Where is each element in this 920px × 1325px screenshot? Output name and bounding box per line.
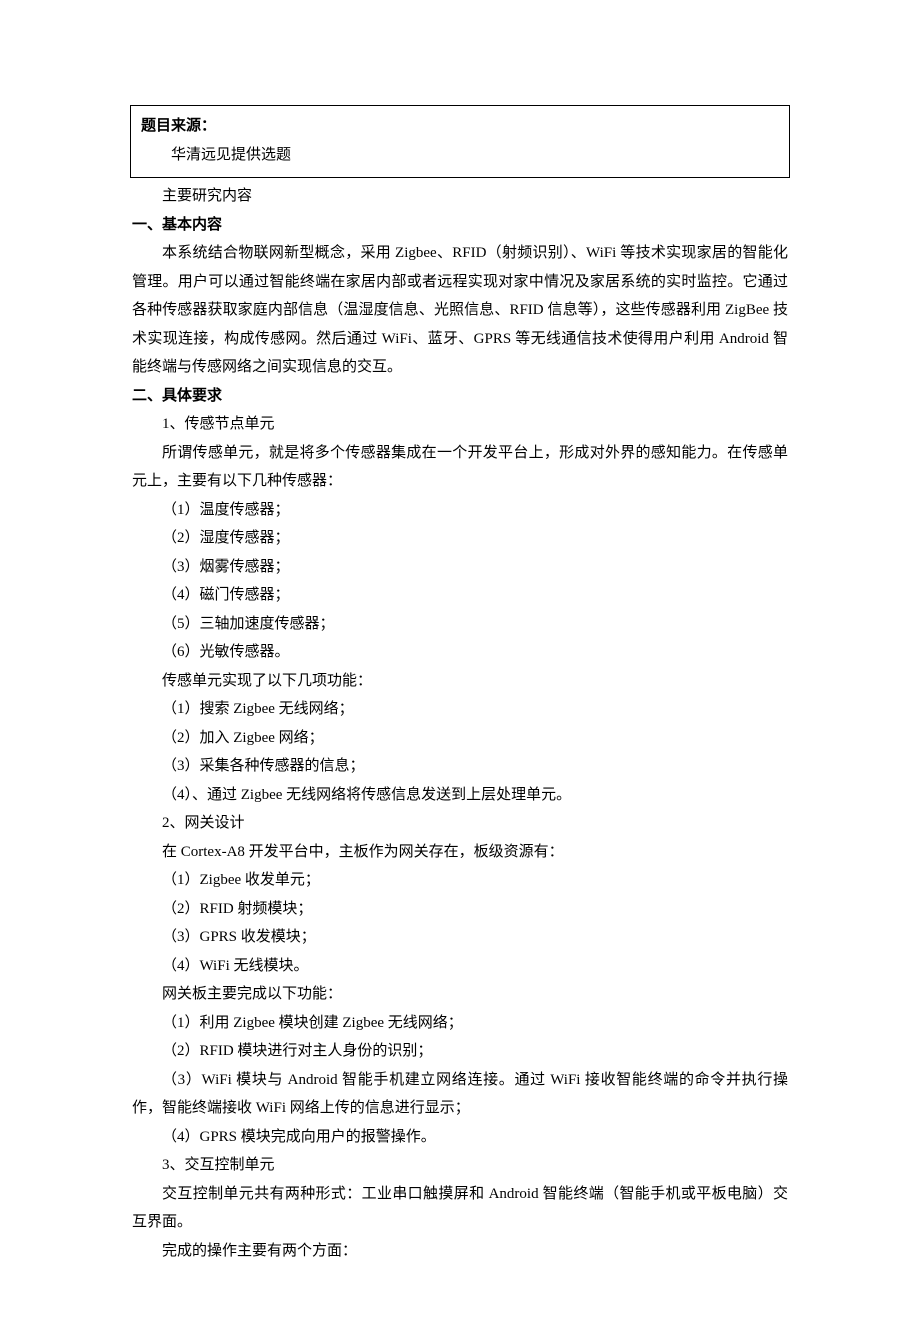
interaction-unit-desc: 交互控制单元共有两种形式：工业串口触摸屏和 Android 智能终端（智能手机或… <box>132 1180 788 1237</box>
gateway-func-item: （4）GPRS 模块完成向用户的报警操作。 <box>132 1123 788 1152</box>
main-research-label: 主要研究内容 <box>132 182 788 211</box>
sensor-func-item: （3）采集各种传感器的信息； <box>132 752 788 781</box>
section-1-paragraph: 本系统结合物联网新型概念，采用 Zigbee、RFID（射频识别）、WiFi 等… <box>132 239 788 382</box>
topic-source-box: 题目来源： 华清远见提供选题 <box>130 105 790 178</box>
gateway-res-item: （2）RFID 射频模块； <box>132 895 788 924</box>
section-2-heading: 二、具体要求 <box>132 382 788 411</box>
interaction-unit-ops-label: 完成的操作主要有两个方面： <box>132 1237 788 1266</box>
sensor-funcs-label: 传感单元实现了以下几项功能： <box>132 667 788 696</box>
sensor-item: （6）光敏传感器。 <box>132 638 788 667</box>
section-1-heading: 一、基本内容 <box>132 211 788 240</box>
gateway-title: 2、网关设计 <box>132 809 788 838</box>
gateway-res-item: （4）WiFi 无线模块。 <box>132 952 788 981</box>
sensor-item: （5）三轴加速度传感器； <box>132 610 788 639</box>
document-body: 主要研究内容 一、基本内容 本系统结合物联网新型概念，采用 Zigbee、RFI… <box>130 180 790 1265</box>
sensor-item: （4）磁门传感器； <box>132 581 788 610</box>
sensor-func-item: （4）、通过 Zigbee 无线网络将传感信息发送到上层处理单元。 <box>132 781 788 810</box>
gateway-res-item: （3）GPRS 收发模块； <box>132 923 788 952</box>
sensor-unit-desc: 所谓传感单元，就是将多个传感器集成在一个开发平台上，形成对外界的感知能力。在传感… <box>132 439 788 496</box>
sensor-item: （1）温度传感器； <box>132 496 788 525</box>
sensor-func-item: （1）搜索 Zigbee 无线网络； <box>132 695 788 724</box>
sensor-unit-title: 1、传感节点单元 <box>132 410 788 439</box>
interaction-unit-title: 3、交互控制单元 <box>132 1151 788 1180</box>
sensor-item: （3）烟雾传感器； <box>132 553 788 582</box>
gateway-funcs-label: 网关板主要完成以下功能： <box>132 980 788 1009</box>
topic-source-content: 华清远见提供选题 <box>141 141 779 170</box>
gateway-func-item: （2）RFID 模块进行对主人身份的识别； <box>132 1037 788 1066</box>
gateway-res-item: （1）Zigbee 收发单元； <box>132 866 788 895</box>
gateway-desc: 在 Cortex-A8 开发平台中，主板作为网关存在，板级资源有： <box>132 838 788 867</box>
gateway-func-item: （1）利用 Zigbee 模块创建 Zigbee 无线网络； <box>132 1009 788 1038</box>
sensor-func-item: （2）加入 Zigbee 网络； <box>132 724 788 753</box>
topic-source-title: 题目来源： <box>141 112 779 141</box>
gateway-func-item: （3）WiFi 模块与 Android 智能手机建立网络连接。通过 WiFi 接… <box>132 1066 788 1123</box>
sensor-item: （2）湿度传感器； <box>132 524 788 553</box>
